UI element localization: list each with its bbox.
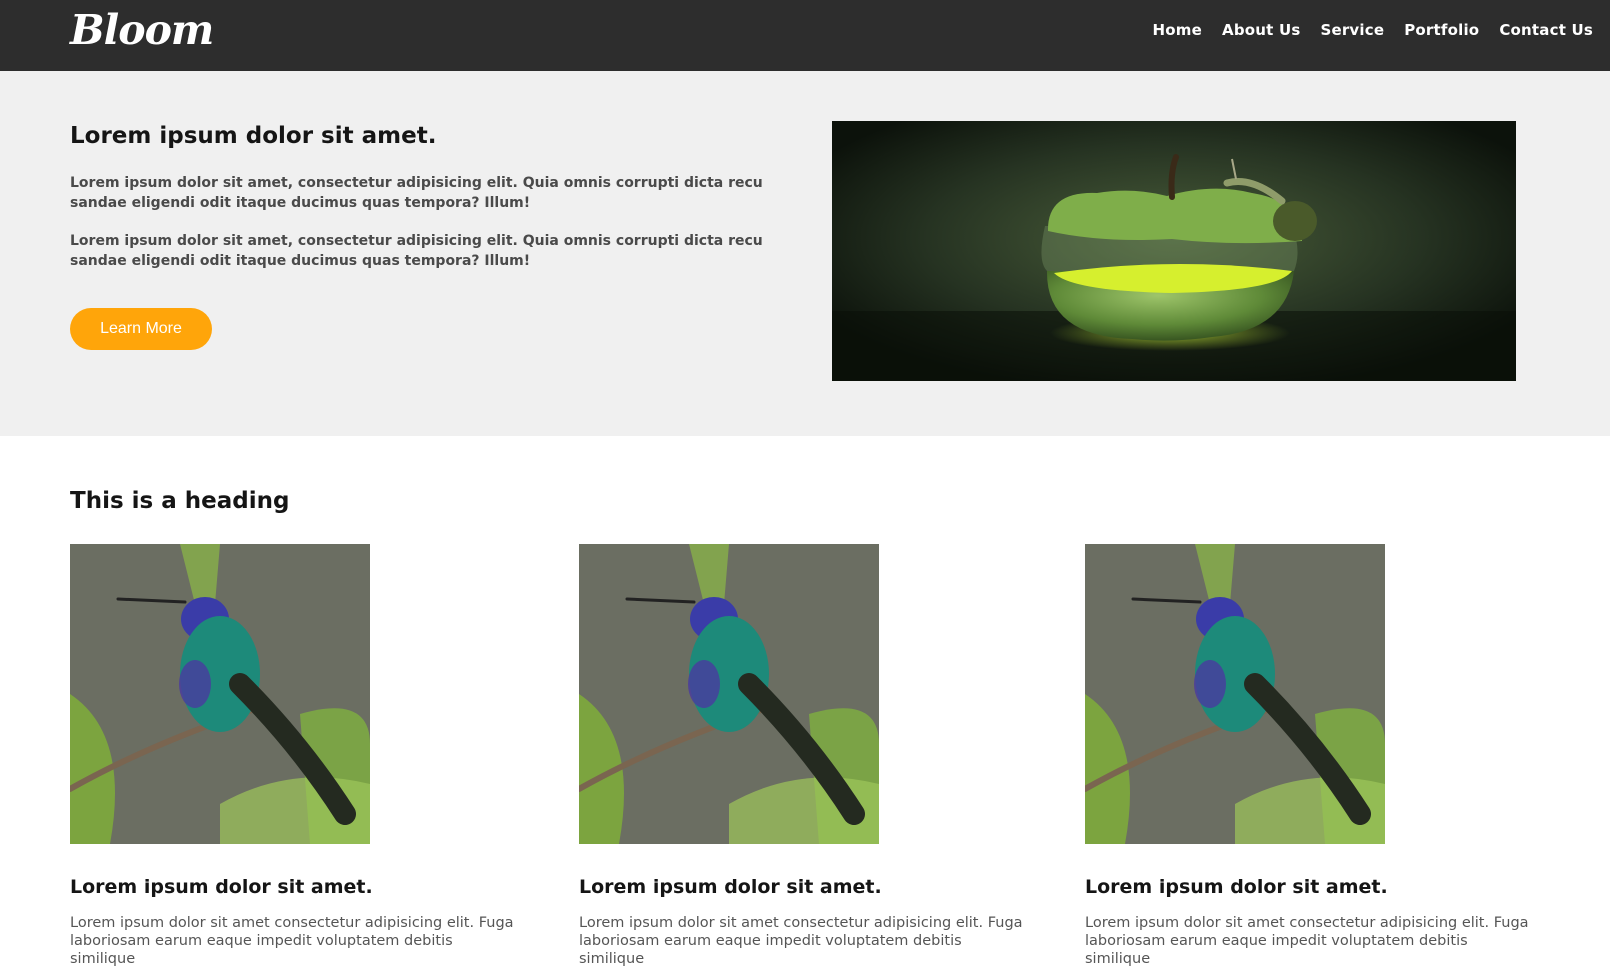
hero-section: Lorem ipsum dolor sit amet. Lorem ipsum … bbox=[0, 71, 1610, 436]
hero-paragraph-2: Lorem ipsum dolor sit amet, consectetur … bbox=[70, 233, 763, 269]
main-nav: Home About Us Service Portfolio Contact … bbox=[1133, 21, 1593, 39]
learn-more-button[interactable]: Learn More bbox=[70, 308, 212, 350]
hummingbird-image bbox=[70, 544, 370, 844]
card-title: Lorem ipsum dolor sit amet. bbox=[70, 876, 373, 898]
logo[interactable]: Bloom bbox=[70, 6, 214, 54]
card-title: Lorem ipsum dolor sit amet. bbox=[579, 876, 882, 898]
hero-apple-image bbox=[832, 121, 1516, 381]
nav-contact-us[interactable]: Contact Us bbox=[1499, 21, 1593, 39]
hero-paragraph-1: Lorem ipsum dolor sit amet, consectetur … bbox=[70, 175, 763, 211]
card: Lorem ipsum dolor sit amet. Lorem ipsum … bbox=[70, 544, 540, 968]
card: Lorem ipsum dolor sit amet. Lorem ipsum … bbox=[1085, 544, 1555, 968]
card: Lorem ipsum dolor sit amet. Lorem ipsum … bbox=[579, 544, 1049, 968]
nav-home[interactable]: Home bbox=[1153, 21, 1202, 39]
top-navbar: Bloom Home About Us Service Portfolio Co… bbox=[0, 0, 1610, 71]
card-text: Lorem ipsum dolor sit amet consectetur a… bbox=[70, 915, 514, 967]
card-text: Lorem ipsum dolor sit amet consectetur a… bbox=[579, 915, 1023, 967]
nav-portfolio[interactable]: Portfolio bbox=[1404, 21, 1479, 39]
nav-service[interactable]: Service bbox=[1320, 21, 1384, 39]
hero-title: Lorem ipsum dolor sit amet. bbox=[70, 123, 437, 149]
card-title: Lorem ipsum dolor sit amet. bbox=[1085, 876, 1388, 898]
hummingbird-image bbox=[1085, 544, 1385, 844]
nav-about-us[interactable]: About Us bbox=[1222, 21, 1300, 39]
hummingbird-image bbox=[579, 544, 879, 844]
section-heading: This is a heading bbox=[70, 488, 290, 514]
card-text: Lorem ipsum dolor sit amet consectetur a… bbox=[1085, 915, 1529, 967]
